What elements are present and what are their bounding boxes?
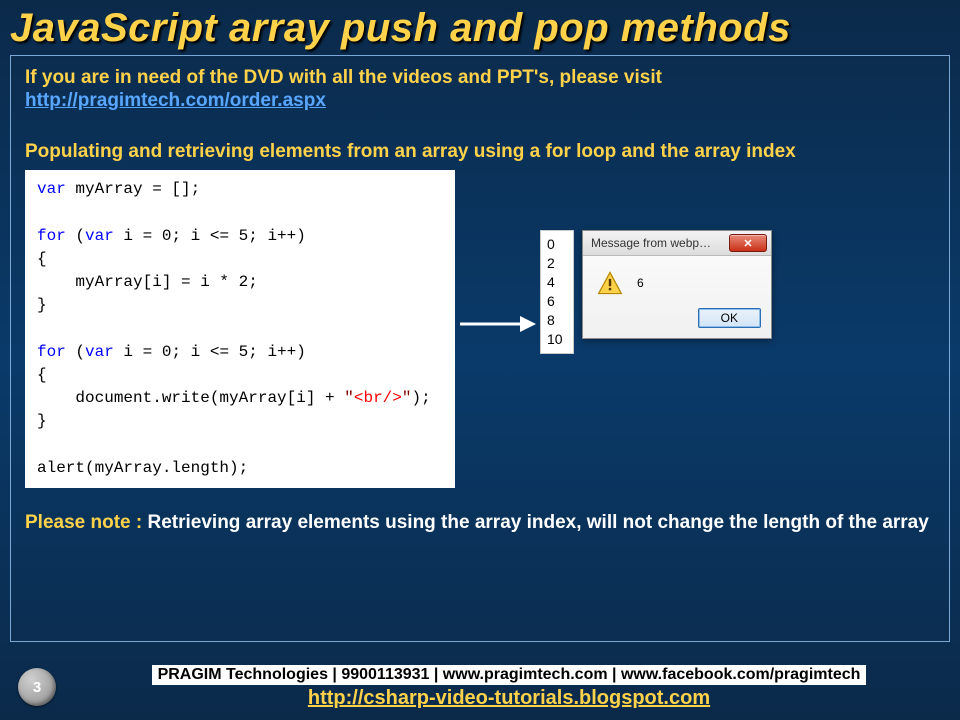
output-value: 8 xyxy=(547,311,565,330)
code-text: ); xyxy=(411,389,430,407)
code-text: myArray[i] = i * 2; xyxy=(37,273,258,291)
code-entity: <br/> xyxy=(354,389,402,407)
ok-button[interactable]: OK xyxy=(698,308,761,328)
slide-title: JavaScript array push and pop methods xyxy=(0,0,960,55)
dialog-titlebar: Message from webp… ✕ xyxy=(583,231,771,256)
arrow-right-icon xyxy=(458,310,538,338)
dialog-title: Message from webp… xyxy=(591,236,711,250)
intro-text: If you are in need of the DVD with all t… xyxy=(25,66,935,90)
page-number-badge: 3 xyxy=(18,668,56,706)
close-button[interactable]: ✕ xyxy=(729,234,767,252)
footer-info-line: PRAGIM Technologies | 9900113931 | www.p… xyxy=(152,665,867,685)
output-list: 0 2 4 6 8 10 xyxy=(540,230,574,353)
dialog-body: 6 xyxy=(583,256,771,302)
footer-text: PRAGIM Technologies | 9900113931 | www.p… xyxy=(74,665,944,710)
output-value: 4 xyxy=(547,273,565,292)
code-text: myArray = []; xyxy=(66,180,200,198)
intro-link[interactable]: http://pragimtech.com/order.aspx xyxy=(25,90,326,111)
code-text: ( xyxy=(66,343,85,361)
code-text: alert(myArray.length); xyxy=(37,459,248,477)
code-text: i = 0; i <= 5; i++) xyxy=(114,227,306,245)
dialog-message: 6 xyxy=(637,276,644,290)
code-block: var myArray = []; for (var i = 0; i <= 5… xyxy=(25,170,455,487)
code-text: } xyxy=(37,296,47,314)
kw-for: for xyxy=(37,227,66,245)
output-value: 0 xyxy=(547,235,565,254)
close-icon: ✕ xyxy=(743,237,752,250)
note-lead: Please note : xyxy=(25,512,148,533)
footer-link[interactable]: http://csharp-video-tutorials.blogspot.c… xyxy=(308,687,710,709)
output-column: 0 2 4 6 8 10 Message from webp… ✕ xyxy=(540,230,772,353)
kw-var: var xyxy=(85,343,114,361)
example-row: var myArray = []; for (var i = 0; i <= 5… xyxy=(25,170,935,487)
note-body: Retrieving array elements using the arra… xyxy=(148,512,929,533)
note-text: Please note : Retrieving array elements … xyxy=(25,510,935,536)
code-text: { xyxy=(37,366,47,384)
code-text: i = 0; i <= 5; i++) xyxy=(114,343,306,361)
code-text: document.write(myArray[i] + xyxy=(37,389,344,407)
dialog-actions: OK xyxy=(583,302,771,338)
footer: 3 PRAGIM Technologies | 9900113931 | www… xyxy=(0,654,960,720)
code-text: { xyxy=(37,250,47,268)
code-text: } xyxy=(37,412,47,430)
alert-dialog: Message from webp… ✕ 6 OK xyxy=(582,230,772,339)
kw-var: var xyxy=(37,180,66,198)
section-subhead: Populating and retrieving elements from … xyxy=(25,140,935,165)
content-frame: If you are in need of the DVD with all t… xyxy=(10,55,950,642)
code-text: ( xyxy=(66,227,85,245)
output-value: 2 xyxy=(547,254,565,273)
warning-icon xyxy=(597,270,623,296)
arrow-column xyxy=(455,310,540,338)
kw-for: for xyxy=(37,343,66,361)
output-value: 10 xyxy=(547,330,565,349)
output-value: 6 xyxy=(547,292,565,311)
kw-var: var xyxy=(85,227,114,245)
code-string-quote: " xyxy=(344,389,354,407)
